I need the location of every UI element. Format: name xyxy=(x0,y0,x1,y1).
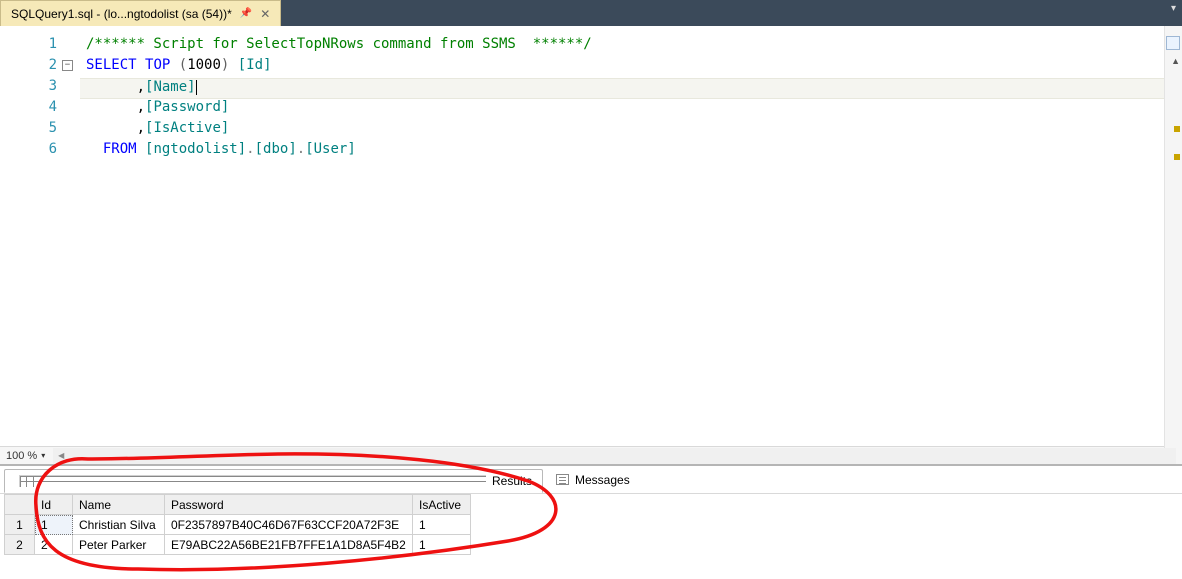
code-paren: ) xyxy=(221,57,229,73)
code-keyword: TOP xyxy=(145,57,170,73)
scroll-left-icon[interactable]: ◀ xyxy=(53,448,69,464)
code-keyword: SELECT xyxy=(86,57,137,73)
code-area[interactable]: /****** Script for SelectTopNRows comman… xyxy=(80,26,1182,446)
split-window-icon[interactable] xyxy=(1166,36,1180,50)
line-number: 6 xyxy=(49,141,57,157)
column-header[interactable]: Name xyxy=(73,495,165,515)
pin-icon[interactable]: 📌 xyxy=(240,8,252,19)
tab-messages-label: Messages xyxy=(575,473,630,487)
grid-icon xyxy=(19,475,486,487)
code-ident: [Password] xyxy=(145,99,229,115)
code-ident: [Name] xyxy=(145,79,196,95)
document-tab[interactable]: SQLQuery1.sql - (lo...ngtodolist (sa (54… xyxy=(0,0,281,26)
text-cursor xyxy=(196,80,197,95)
code-ident: [IsActive] xyxy=(145,120,229,136)
code-text: , xyxy=(86,79,145,95)
line-number: 2 xyxy=(49,57,57,73)
sql-editor[interactable]: 1 2− 3 4 5 6 /****** Script for SelectTo… xyxy=(0,26,1182,446)
tab-dropdown-icon[interactable]: ▾ xyxy=(1171,3,1176,14)
grid-cell[interactable]: 0F2357897B40C46D67F63CCF20A72F3E xyxy=(165,515,413,535)
messages-icon xyxy=(556,474,569,485)
column-header[interactable]: Password xyxy=(165,495,413,515)
code-ident: [User] xyxy=(305,141,356,157)
tab-results[interactable]: Results xyxy=(4,469,543,493)
code-number: 1000 xyxy=(187,57,221,73)
zoom-level[interactable]: 100 % xyxy=(6,450,37,462)
results-tab-bar: Results Messages xyxy=(0,466,1182,494)
document-tab-bar: SQLQuery1.sql - (lo...ngtodolist (sa (54… xyxy=(0,0,1182,26)
document-tab-title: SQLQuery1.sql - (lo...ngtodolist (sa (54… xyxy=(11,7,232,21)
code-comment: /****** Script for SelectTopNRows comman… xyxy=(86,36,592,52)
code-ident: [dbo] xyxy=(255,141,297,157)
row-header[interactable]: 1 xyxy=(5,515,35,535)
line-number: 1 xyxy=(49,36,57,52)
results-pane: Results Messages Id Name Password IsActi… xyxy=(0,464,1182,579)
change-marker xyxy=(1174,154,1180,160)
scroll-up-icon[interactable]: ▲ xyxy=(1171,56,1180,66)
code-keyword: FROM xyxy=(103,141,137,157)
grid-cell[interactable]: E79ABC22A56BE21FB7FFE1A1D8A5F4B2 xyxy=(165,535,413,555)
line-number: 3 xyxy=(49,78,57,94)
tab-results-label: Results xyxy=(492,474,532,488)
code-paren: ( xyxy=(179,57,187,73)
code-dot: . xyxy=(246,141,254,157)
grid-cell[interactable]: 2 xyxy=(35,535,73,555)
grid-cell[interactable]: 1 xyxy=(413,515,471,535)
grid-cell[interactable]: 1 xyxy=(413,535,471,555)
code-dot: . xyxy=(297,141,305,157)
grid-corner[interactable] xyxy=(5,495,35,515)
code-text: , xyxy=(86,99,145,115)
line-number-gutter: 1 2− 3 4 5 6 xyxy=(0,26,80,446)
column-header[interactable]: IsActive xyxy=(413,495,471,515)
change-marker xyxy=(1174,126,1180,132)
line-number: 4 xyxy=(49,99,57,115)
line-number: 5 xyxy=(49,120,57,136)
fold-toggle-icon[interactable]: − xyxy=(62,60,73,71)
code-ident: [ngtodolist] xyxy=(145,141,246,157)
zoom-dropdown-icon[interactable]: ▾ xyxy=(41,451,45,460)
code-ident: [Id] xyxy=(238,57,272,73)
column-header[interactable]: Id xyxy=(35,495,73,515)
horizontal-scrollbar[interactable]: ◀ xyxy=(53,448,1176,464)
row-header[interactable]: 2 xyxy=(5,535,35,555)
results-grid[interactable]: Id Name Password IsActive 1 1 Christian … xyxy=(4,494,471,555)
tab-messages[interactable]: Messages xyxy=(545,468,641,492)
grid-cell[interactable]: Christian Silva xyxy=(73,515,165,535)
grid-cell[interactable]: Peter Parker xyxy=(73,535,165,555)
close-icon[interactable]: ✕ xyxy=(260,7,270,21)
code-text: , xyxy=(86,120,145,136)
grid-cell[interactable]: 1 xyxy=(35,515,73,535)
editor-status-bar: 100 % ▾ ◀ xyxy=(0,446,1182,464)
